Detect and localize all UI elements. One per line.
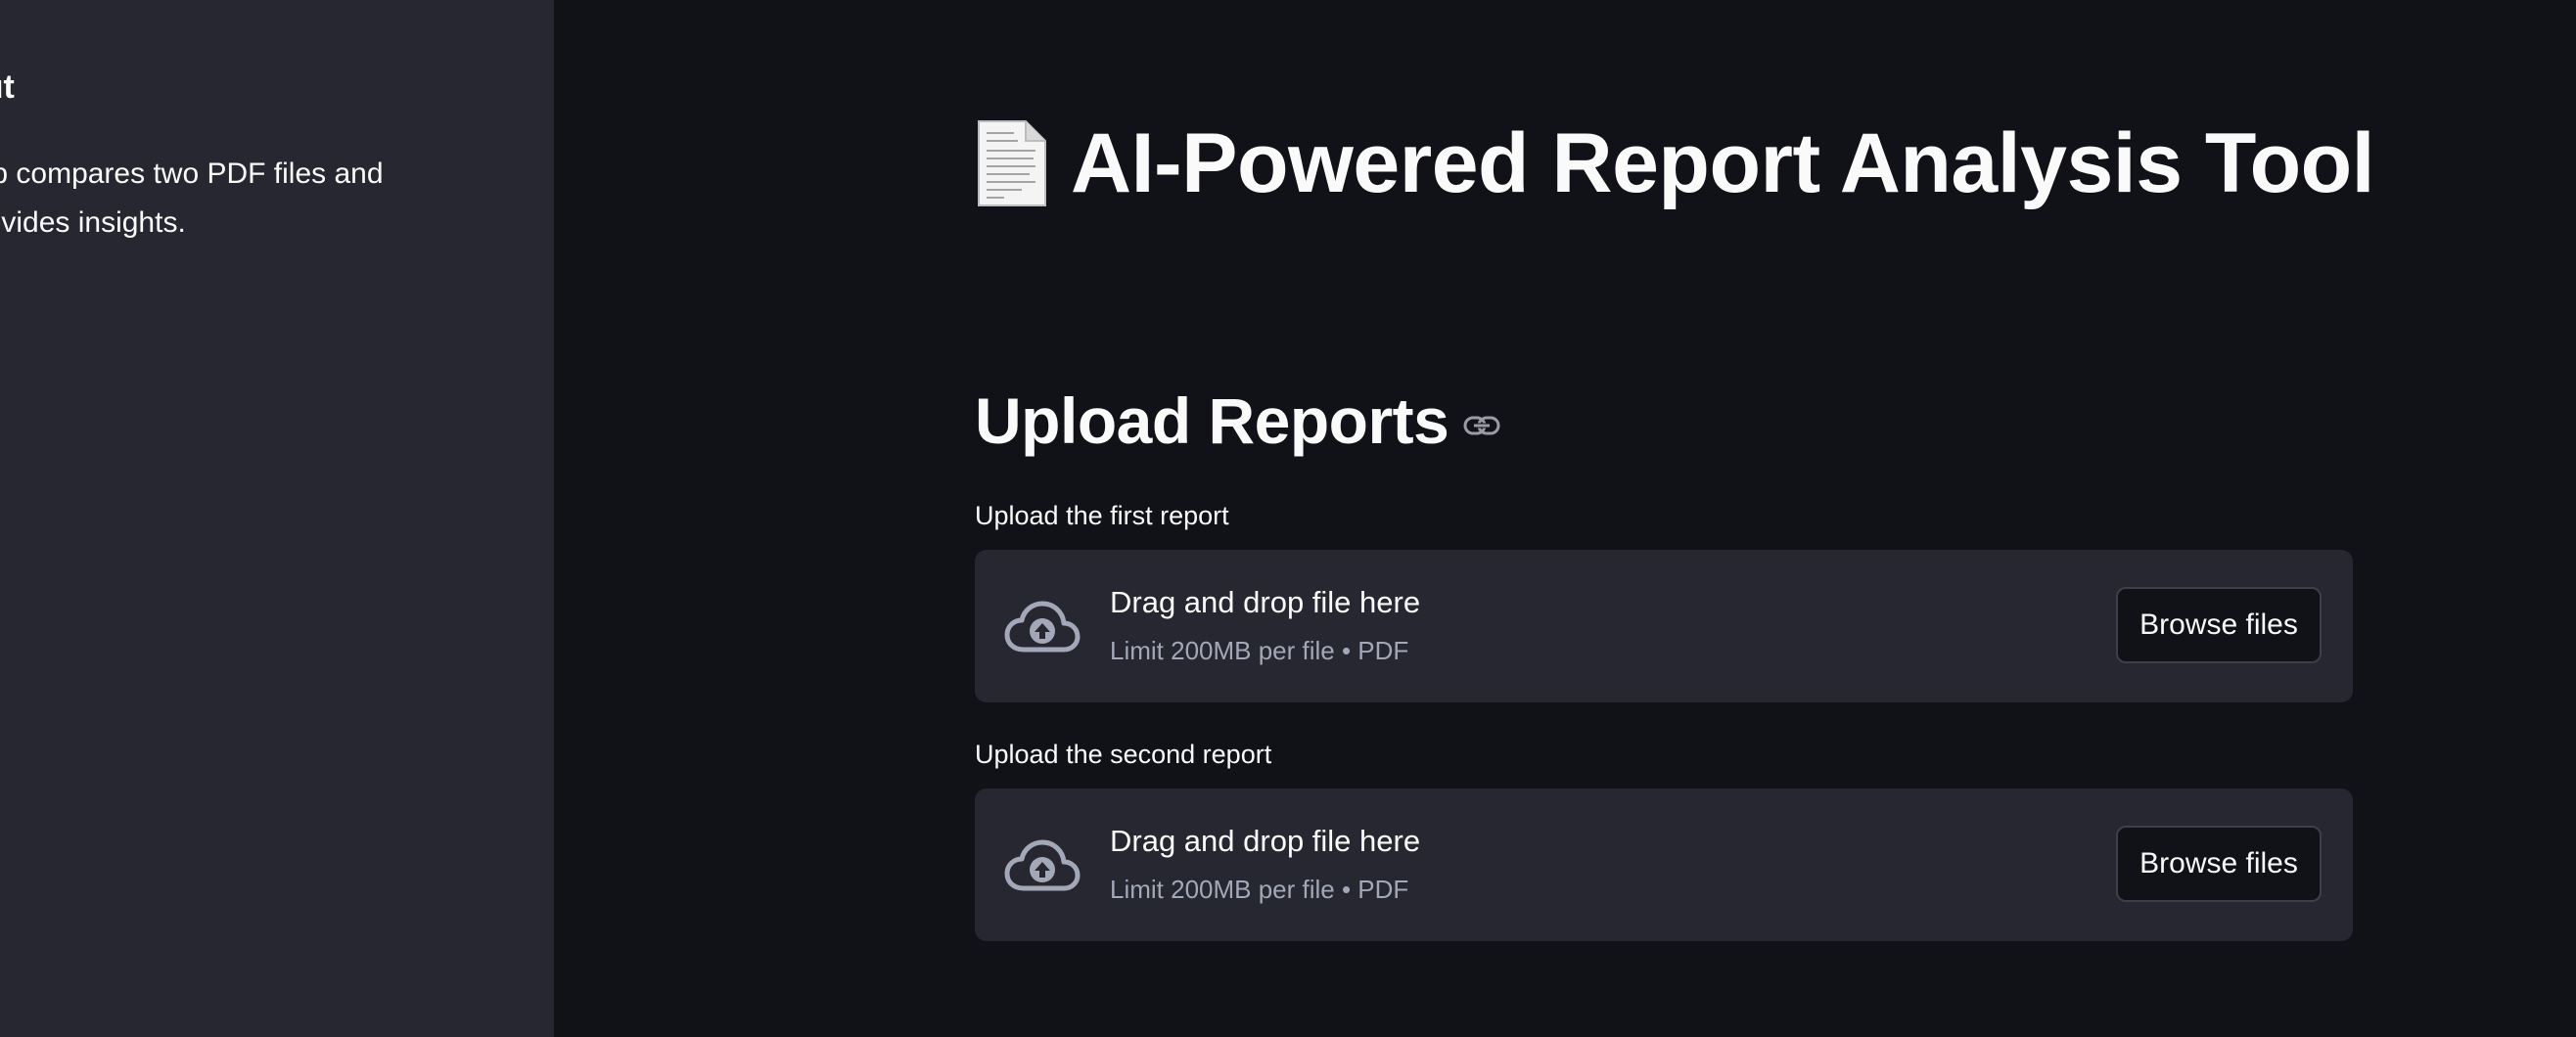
- second-report-browse-button[interactable]: Browse files: [2116, 826, 2322, 902]
- cloud-upload-icon: [1004, 837, 1081, 892]
- main-content: AI-Powered Report Analysis Tool Upload R…: [554, 0, 2576, 1037]
- second-report-dropzone[interactable]: Drag and drop file here Limit 200MB per …: [975, 789, 2353, 941]
- sidebar-description-text: app compares two PDF files and provides …: [0, 158, 384, 239]
- link-icon[interactable]: [1462, 406, 1501, 445]
- second-report-label: Upload the second report: [975, 740, 1272, 769]
- section-heading: Upload Reports: [975, 384, 1449, 457]
- first-report-drop-text: Drag and drop file here: [1110, 585, 1421, 619]
- first-report-limit-text: Limit 200MB per file • PDF: [1110, 636, 1409, 665]
- second-report-drop-text: Drag and drop file here: [1110, 824, 1421, 858]
- first-report-label: Upload the first report: [975, 501, 1229, 530]
- sidebar: out app compares two PDF files and provi…: [0, 0, 554, 1037]
- first-report-browse-button[interactable]: Browse files: [2116, 587, 2322, 663]
- page-header: AI-Powered Report Analysis Tool: [975, 110, 2375, 217]
- page-title: AI-Powered Report Analysis Tool: [1071, 115, 2375, 210]
- section-header: Upload Reports: [975, 383, 1501, 458]
- sidebar-heading: out: [0, 68, 15, 106]
- cloud-upload-icon: [1004, 599, 1081, 654]
- second-report-limit-text: Limit 200MB per file • PDF: [1110, 875, 1409, 904]
- page-facing-up-icon: [975, 117, 1049, 209]
- first-report-dropzone[interactable]: Drag and drop file here Limit 200MB per …: [975, 550, 2353, 702]
- sidebar-description: app compares two PDF files and provides …: [0, 150, 429, 248]
